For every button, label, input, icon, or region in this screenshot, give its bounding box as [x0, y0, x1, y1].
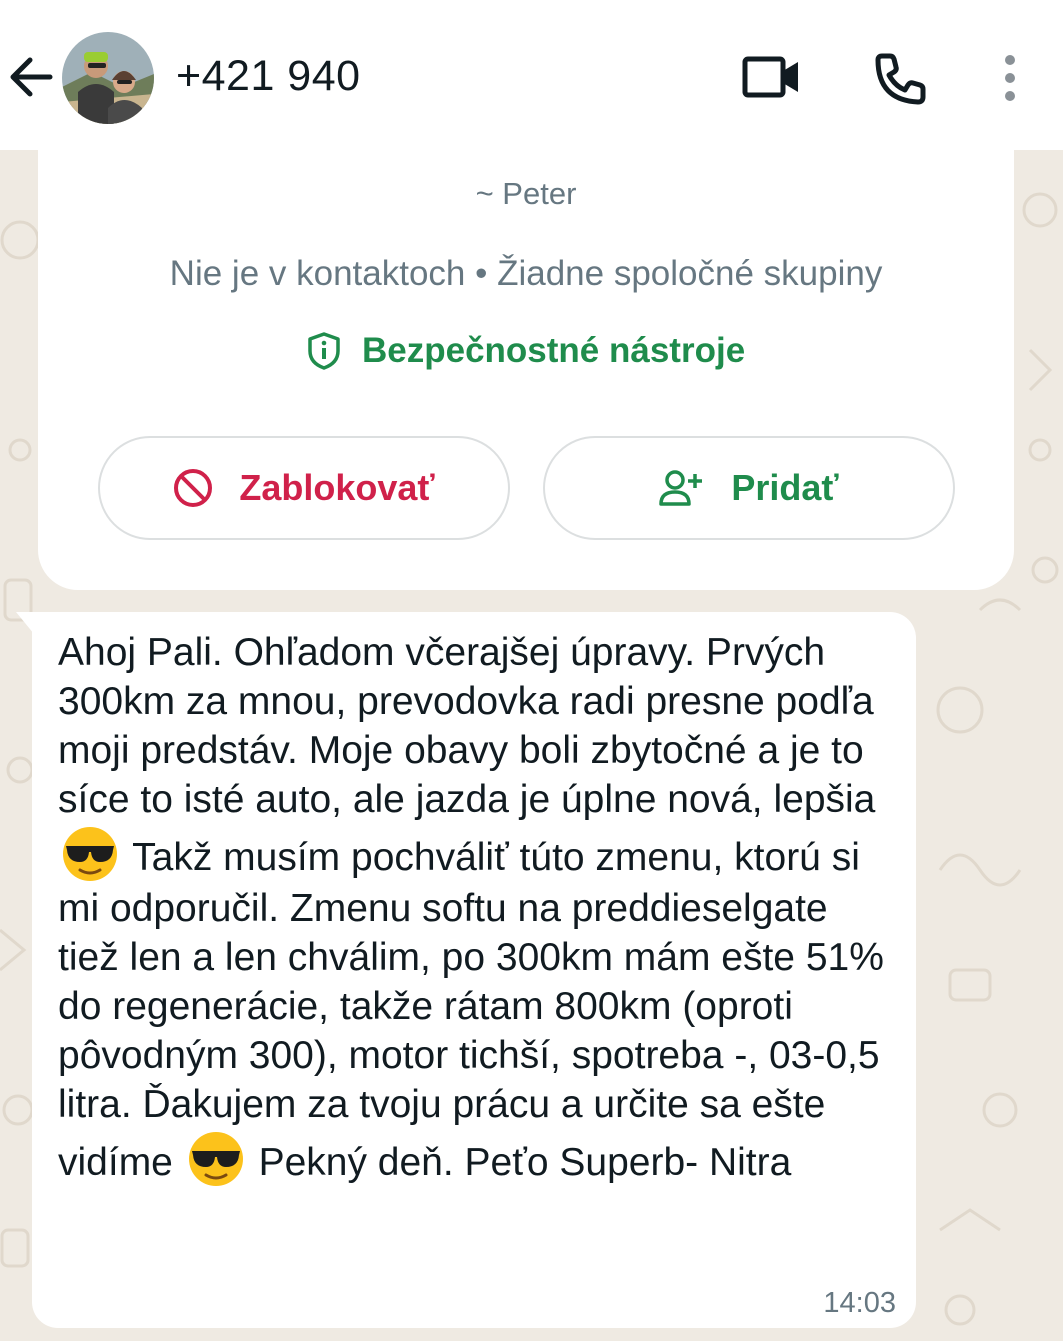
message-text-part3: Pekný deň. Peťo Superb- Nitra — [258, 1141, 792, 1184]
add-label: Pridať — [731, 467, 839, 508]
add-contact-button[interactable]: Pridať — [543, 436, 955, 540]
block-button[interactable]: Zablokovať — [98, 436, 510, 540]
phone-call-icon[interactable] — [872, 52, 926, 106]
block-icon — [174, 469, 213, 507]
back-arrow-icon[interactable] — [8, 52, 56, 102]
message-text-part1: Ahoj Pali. Ohľadom včerajšej úpravy. Prv… — [58, 631, 876, 821]
contact-avatar[interactable] — [62, 32, 154, 124]
add-person-icon — [659, 470, 703, 506]
message-text-part2: Takž musím pochváliť túto zmenu, ktorú s… — [58, 836, 884, 1184]
safety-tools-link[interactable]: Bezpečnostné nástroje — [306, 330, 745, 372]
contact-meta: Nie je v kontaktoch • Žiadne spoločné sk… — [169, 254, 883, 293]
shield-icon — [308, 332, 340, 370]
message-timestamp: 14:03 — [823, 1287, 896, 1319]
video-call-icon[interactable] — [742, 54, 802, 100]
message-text: Ahoj Pali. Ohľadom včerajšej úpravy. Prv… — [58, 628, 898, 1189]
more-options-icon[interactable] — [996, 52, 1024, 104]
contact-title[interactable]: +421 940 — [176, 52, 361, 101]
sender-name: ~ Peter — [475, 176, 577, 211]
incoming-message-bubble[interactable]: Ahoj Pali. Ohľadom včerajšej úpravy. Prv… — [16, 612, 916, 1328]
sunglasses-emoji-icon — [188, 1132, 243, 1186]
sunglasses-emoji-icon — [63, 827, 117, 881]
safety-tools-label: Bezpečnostné nástroje — [362, 331, 746, 370]
block-label: Zablokovať — [239, 467, 435, 508]
unknown-contact-card: ~ Peter Nie je v kontaktoch • Žiadne spo… — [38, 150, 1014, 590]
bubble-tail — [16, 612, 34, 634]
chat-header: +421 940 — [0, 0, 1063, 150]
